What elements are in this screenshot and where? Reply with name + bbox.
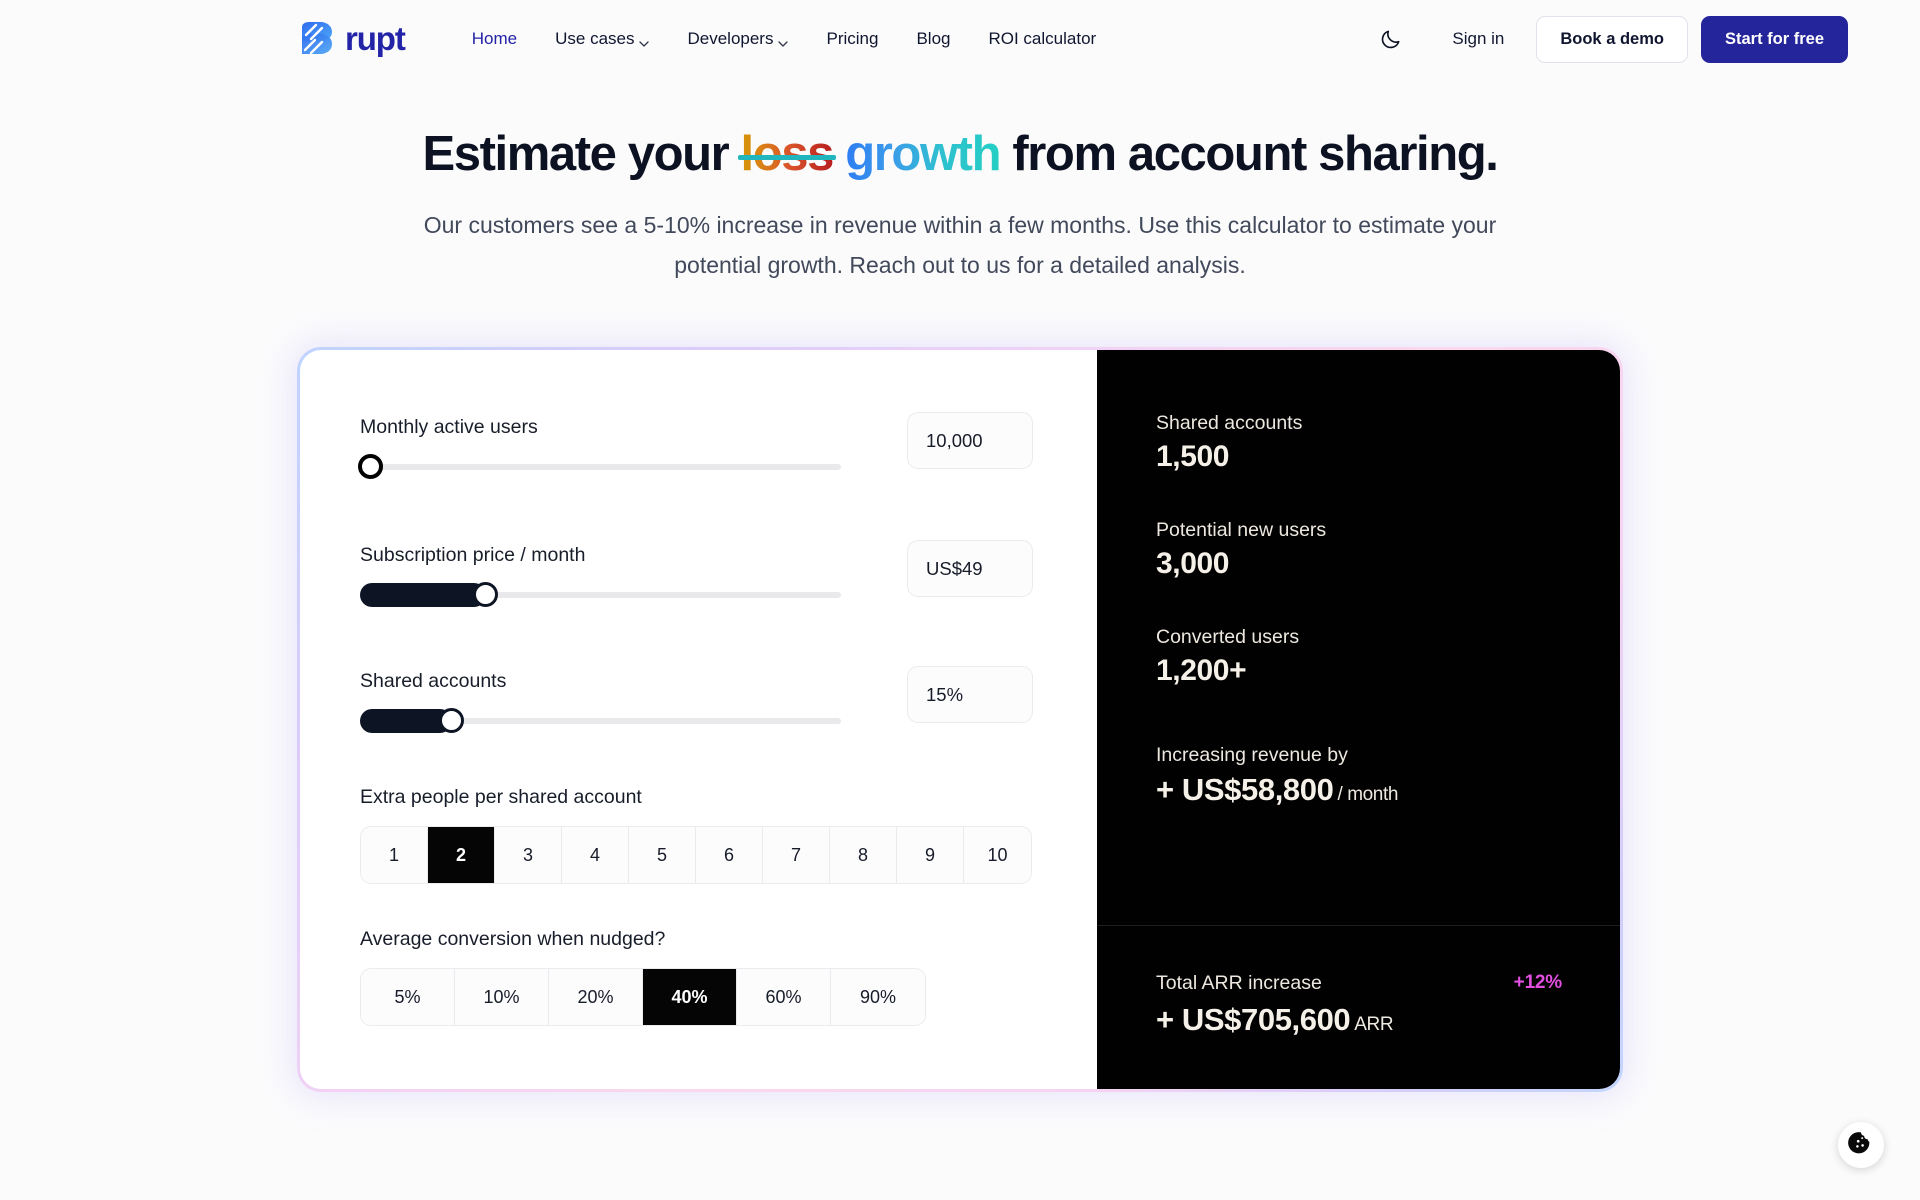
average-conversion-segmented-control: 5% 10% 20% 40% 60% 90% [360, 968, 926, 1027]
result-shared-accounts-label: Shared accounts [1156, 412, 1303, 435]
result-shared-accounts: Shared accounts 1,500 [1156, 412, 1620, 474]
result-increasing-revenue-label: Increasing revenue by [1156, 744, 1348, 767]
status-badge: +12% [1513, 972, 1563, 994]
rupt-logo-icon [296, 19, 336, 59]
moon-icon[interactable] [1368, 17, 1412, 61]
average-conversion-option-10[interactable]: 10% [455, 969, 549, 1026]
cookie-settings-button[interactable] [1838, 1122, 1884, 1168]
cookie-icon [1848, 1130, 1874, 1161]
extra-people-option-10[interactable]: 10 [964, 827, 1031, 884]
nav-item-developers[interactable]: Developers [668, 21, 807, 57]
extra-people-label: Extra people per shared account [360, 786, 642, 809]
brand-name: rupt [345, 20, 406, 57]
brand-logo[interactable]: rupt [296, 19, 406, 59]
nav-item-pricing[interactable]: Pricing [807, 21, 897, 57]
extra-people-option-9[interactable]: 9 [897, 827, 964, 884]
extra-people-option-7[interactable]: 7 [763, 827, 830, 884]
nav-item-developers-label: Developers [687, 29, 774, 48]
nav-item-blog-label: Blog [916, 29, 951, 48]
nav-item-blog[interactable]: Blog [897, 21, 969, 57]
slider-track [360, 464, 841, 471]
result-shared-accounts-value: 1,500 [1156, 440, 1230, 474]
start-for-free-button[interactable]: Start for free [1700, 15, 1848, 63]
result-total-arr-value: + US$705,600 ARR [1156, 1002, 1562, 1038]
field-extra-people: Extra people per shared account 1 2 3 4 … [360, 786, 1033, 885]
field-monthly-active-users: Monthly active users 10,000 [358, 412, 1033, 480]
nav-item-roi-calculator[interactable]: ROI calculator [969, 21, 1115, 57]
hero-section: Estimate your loss growth from account s… [0, 78, 1920, 285]
results-list: Shared accounts 1,500 Potential new user… [1097, 350, 1620, 925]
average-conversion-label: Average conversion when nudged? [360, 928, 666, 951]
average-conversion-option-60[interactable]: 60% [737, 969, 831, 1026]
headline-highlight-word: growth [845, 127, 1001, 181]
result-converted-users-value: 1,200+ [1156, 654, 1247, 688]
extra-people-option-8[interactable]: 8 [830, 827, 897, 884]
average-conversion-option-5[interactable]: 5% [361, 969, 455, 1026]
chevron-down-icon [639, 34, 650, 47]
calculator-inputs-pane: Monthly active users 10,000 Subscription… [300, 350, 1097, 1089]
slider-fill [360, 583, 486, 608]
extra-people-option-6[interactable]: 6 [696, 827, 763, 884]
headline-part-1: Estimate your [422, 127, 729, 181]
nav-item-use-cases[interactable]: Use cases [536, 21, 668, 57]
result-total-arr-label: Total ARR increase [1156, 972, 1322, 995]
result-increasing-revenue-value: + US$58,800/ month [1156, 772, 1620, 808]
result-increasing-revenue-amount: + US$58,800 [1156, 772, 1334, 808]
shared-accounts-value[interactable]: 15% [907, 666, 1033, 724]
result-total-arr: Total ARR increase +12% + US$705,600 ARR [1097, 926, 1620, 1089]
book-a-demo-button[interactable]: Book a demo [1536, 15, 1688, 63]
field-subscription-price: Subscription price / month US$49 [360, 540, 1033, 608]
result-total-arr-amount: + US$705,600 [1156, 1002, 1351, 1038]
result-increasing-revenue: Increasing revenue by + US$58,800/ month [1156, 744, 1620, 808]
field-average-conversion: Average conversion when nudged? 5% 10% 2… [360, 928, 1033, 1027]
nav-item-home-label: Home [471, 29, 518, 48]
nav-item-pricing-label: Pricing [826, 29, 879, 48]
shared-accounts-slider[interactable] [360, 708, 841, 734]
nav-item-use-cases-label: Use cases [555, 29, 635, 48]
subscription-price-label: Subscription price / month [360, 544, 586, 567]
monthly-active-users-label: Monthly active users [360, 416, 538, 439]
hero-subtitle: Our customers see a 5-10% increase in re… [423, 212, 1497, 278]
average-conversion-option-20[interactable]: 20% [549, 969, 643, 1026]
extra-people-option-4[interactable]: 4 [562, 827, 629, 884]
result-potential-new-users: Potential new users 3,000 [1156, 519, 1620, 581]
extra-people-option-1[interactable]: 1 [361, 827, 428, 884]
top-navbar: rupt Home Use cases Developers Pricing B… [0, 0, 1920, 78]
calculator-results-pane: Shared accounts 1,500 Potential new user… [1097, 350, 1620, 1090]
nav-item-roi-calculator-label: ROI calculator [988, 29, 1097, 48]
page-title: Estimate your loss growth from account s… [0, 126, 1920, 182]
nav-item-home[interactable]: Home [453, 21, 536, 57]
result-converted-users: Converted users 1,200+ [1156, 626, 1620, 688]
roi-calculator-card: Monthly active users 10,000 Subscription… [297, 347, 1623, 1093]
subscription-price-slider[interactable] [360, 582, 841, 608]
result-total-arr-unit: ARR [1354, 1014, 1394, 1036]
extra-people-option-3[interactable]: 3 [495, 827, 562, 884]
field-shared-accounts: Shared accounts 15% [360, 666, 1033, 734]
subscription-price-value[interactable]: US$49 [907, 540, 1033, 598]
headline-part-2: from account sharing. [1012, 127, 1499, 181]
extra-people-segmented-control: 1 2 3 4 5 6 7 8 9 10 [360, 826, 1032, 885]
result-increasing-revenue-unit: / month [1337, 784, 1399, 806]
average-conversion-option-40[interactable]: 40% [643, 969, 737, 1026]
monthly-active-users-slider[interactable] [358, 454, 841, 480]
primary-nav: Home Use cases Developers Pricing Blog R… [453, 21, 1115, 57]
result-converted-users-label: Converted users [1156, 626, 1300, 649]
monthly-active-users-value[interactable]: 10,000 [907, 412, 1033, 470]
extra-people-option-5[interactable]: 5 [629, 827, 696, 884]
chevron-down-icon [778, 34, 789, 47]
extra-people-option-2[interactable]: 2 [428, 827, 495, 884]
result-potential-new-users-label: Potential new users [1156, 519, 1327, 542]
shared-accounts-label: Shared accounts [360, 670, 507, 693]
sign-in-link[interactable]: Sign in [1430, 21, 1526, 57]
headline-strikethrough-word: loss [740, 127, 835, 181]
nav-actions: Sign in Book a demo Start for free [1368, 15, 1848, 63]
average-conversion-option-90[interactable]: 90% [831, 969, 925, 1026]
result-potential-new-users-value: 3,000 [1156, 547, 1230, 581]
